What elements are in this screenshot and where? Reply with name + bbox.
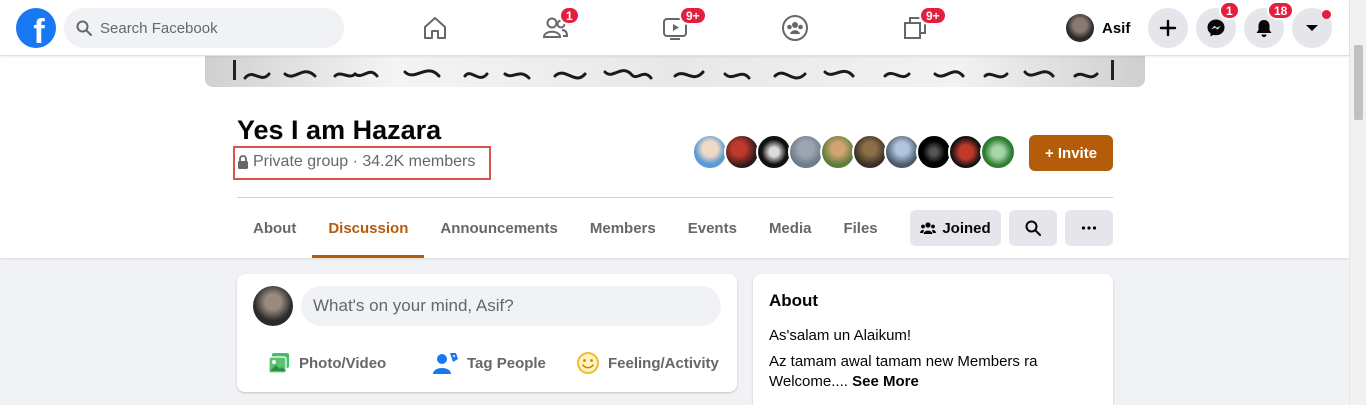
feeling-activity-label: Feeling/Activity xyxy=(608,354,719,372)
joined-icon xyxy=(920,222,937,234)
member-avatars[interactable] xyxy=(692,134,1016,172)
search-icon xyxy=(1025,220,1041,236)
messenger-badge: 1 xyxy=(1219,1,1240,20)
member-avatar[interactable] xyxy=(724,134,760,170)
group-search-button[interactable] xyxy=(1009,210,1057,246)
tag-people-label: Tag People xyxy=(467,354,546,372)
notifications-badge: 18 xyxy=(1267,1,1295,20)
top-navigation-bar: f 1 9+ 9+ Asif 1 18 xyxy=(0,0,1349,56)
account-menu-button[interactable] xyxy=(1292,8,1332,48)
messenger-button[interactable]: 1 xyxy=(1196,1,1240,48)
nav-tab-gaming[interactable]: 9+ xyxy=(859,4,971,52)
joined-button[interactable]: Joined xyxy=(910,210,1001,246)
member-avatar[interactable] xyxy=(916,134,952,170)
tab-members[interactable]: Members xyxy=(574,198,672,258)
tab-media[interactable]: Media xyxy=(753,198,828,258)
highlight-box xyxy=(233,146,491,180)
nav-tab-groups[interactable] xyxy=(739,4,851,52)
member-avatar[interactable] xyxy=(788,134,824,170)
about-greeting: As'salam un Alaikum! xyxy=(769,327,912,344)
groups-icon xyxy=(782,15,808,41)
group-header: Yes I am Hazara Private group · 34.2K me… xyxy=(0,56,1349,258)
home-icon xyxy=(424,17,446,39)
facebook-logo-icon[interactable]: f xyxy=(16,8,56,48)
photo-video-label: Photo/Video xyxy=(299,354,387,372)
search-box[interactable] xyxy=(64,8,344,48)
create-button[interactable] xyxy=(1148,8,1188,48)
page-scrollbar[interactable] xyxy=(1349,0,1366,405)
caret-down-icon xyxy=(1306,25,1318,31)
nav-tab-watch[interactable]: 9+ xyxy=(619,4,731,52)
tab-announcements[interactable]: Announcements xyxy=(424,198,574,258)
tab-discussion[interactable]: Discussion xyxy=(312,198,425,258)
friends-badge: 1 xyxy=(559,6,580,25)
post-composer: Photo/Video Tag People Feeling/Activity xyxy=(237,274,737,392)
about-card: About As'salam un Alaikum! Az tamam awal… xyxy=(753,274,1113,405)
messenger-icon xyxy=(1207,19,1225,37)
member-avatar[interactable] xyxy=(756,134,792,170)
composer-input[interactable] xyxy=(301,286,721,326)
gaming-badge: 9+ xyxy=(919,6,947,25)
tab-events[interactable]: Events xyxy=(672,198,753,258)
invite-button[interactable]: + Invite xyxy=(1029,135,1113,171)
bell-icon xyxy=(1256,20,1272,37)
member-avatar[interactable] xyxy=(692,134,728,170)
see-more-link[interactable]: See More xyxy=(852,373,919,390)
nav-tab-friends[interactable]: 1 xyxy=(499,4,611,52)
scrollbar-thumb[interactable] xyxy=(1354,45,1363,120)
photo-video-button[interactable]: Photo/Video xyxy=(267,348,386,378)
feeling-activity-button[interactable]: Feeling/Activity xyxy=(576,348,719,378)
nav-tab-home[interactable] xyxy=(379,4,491,52)
avatar[interactable] xyxy=(253,286,293,326)
watch-badge: 9+ xyxy=(679,6,707,25)
member-avatar[interactable] xyxy=(852,134,888,170)
cover-photo xyxy=(205,56,1145,87)
group-tabs: About Discussion Announcements Members E… xyxy=(237,198,894,258)
profile-name: Asif xyxy=(1102,19,1131,37)
member-avatar[interactable] xyxy=(948,134,984,170)
tag-icon xyxy=(433,353,458,374)
member-avatar[interactable] xyxy=(884,134,920,170)
member-avatar[interactable] xyxy=(980,134,1016,170)
more-icon xyxy=(1081,226,1097,230)
cover-calligraphy xyxy=(233,60,1114,80)
tag-people-button[interactable]: Tag People xyxy=(433,348,546,378)
more-options-button[interactable] xyxy=(1065,210,1113,246)
joined-label: Joined xyxy=(942,219,991,237)
avatar xyxy=(1066,14,1094,42)
search-input[interactable] xyxy=(100,19,320,37)
photo-icon xyxy=(268,353,289,374)
about-description: Az tamam awal tamam new Members ra Welco… xyxy=(769,352,1069,392)
notifications-button[interactable]: 18 xyxy=(1244,1,1295,48)
feeling-icon xyxy=(577,352,599,374)
profile-chip[interactable]: Asif xyxy=(1066,10,1130,46)
tab-about[interactable]: About xyxy=(237,198,312,258)
plus-icon xyxy=(1159,19,1177,37)
search-icon xyxy=(76,20,92,36)
member-avatar[interactable] xyxy=(820,134,856,170)
group-name[interactable]: Yes I am Hazara xyxy=(237,115,441,146)
tab-files[interactable]: Files xyxy=(827,198,893,258)
account-alert-dot xyxy=(1322,10,1331,19)
about-title: About xyxy=(769,291,819,310)
